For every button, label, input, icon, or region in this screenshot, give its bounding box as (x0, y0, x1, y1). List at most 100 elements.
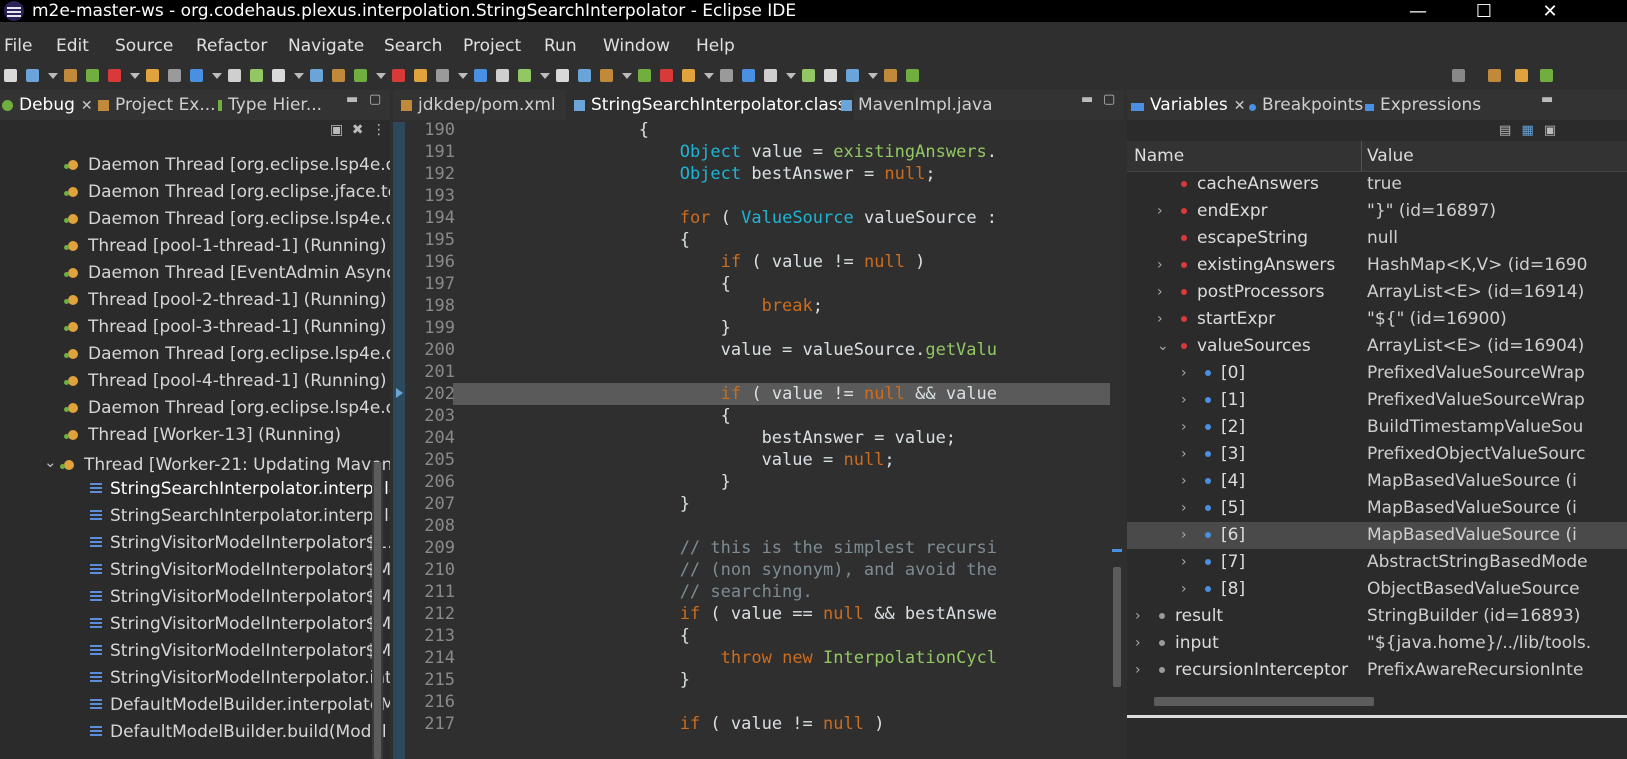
thread-item[interactable]: Daemon Thread [EventAdmin Async (64, 260, 390, 287)
open-perspective-icon[interactable] (906, 69, 919, 82)
column-divider[interactable] (1361, 141, 1362, 171)
chevron-down-icon[interactable]: ⌄ (1157, 333, 1169, 360)
remove-terminated-icon[interactable]: ✖ (352, 122, 364, 138)
disconnect-icon[interactable] (228, 69, 241, 82)
dropdown-arrow-icon[interactable] (868, 73, 878, 79)
tab-type-hierarchy[interactable]: Type Hier... (218, 90, 322, 120)
dropdown-arrow-icon[interactable] (540, 73, 550, 79)
column-value[interactable]: Value (1367, 146, 1414, 166)
new-icon[interactable] (4, 69, 17, 82)
variable-row[interactable]: › [8] ObjectBasedValueSource (1127, 576, 1627, 603)
variable-row[interactable]: › [7] AbstractStringBasedMode (1127, 549, 1627, 576)
chevron-right-icon[interactable]: › (1157, 198, 1163, 225)
code-line[interactable]: 202 if ( value != null && value (405, 383, 1113, 405)
editor-scroll-thumb[interactable] (1113, 567, 1121, 687)
dropdown-arrow-icon[interactable] (294, 73, 304, 79)
thread-item[interactable]: Thread [pool-3-thread-1] (Running) (64, 314, 387, 341)
stack-frame-item[interactable]: StringVisitorModelInterpolator$M (90, 611, 390, 638)
tab-stringsearchinterpolator-class[interactable]: StringSearchInterpolator.class (566, 90, 855, 122)
skip-breakpoints-icon[interactable] (108, 69, 121, 82)
show-logical-structure-icon[interactable]: ▦ (1521, 123, 1533, 138)
chevron-right-icon[interactable]: › (1181, 441, 1187, 468)
open-perspective-button[interactable] (1488, 69, 1501, 82)
tab-project-explorer[interactable]: Project Ex... (98, 90, 216, 120)
variable-row[interactable]: › [4] MapBasedValueSource (i (1127, 468, 1627, 495)
chevron-right-icon[interactable]: › (1157, 306, 1163, 333)
stack-frame-item[interactable]: StringSearchInterpolator.interpola (90, 476, 390, 503)
dropdown-arrow-icon[interactable] (48, 73, 58, 79)
step-over-icon[interactable] (272, 69, 285, 82)
minimize-view-icon[interactable]: ▬ (346, 92, 358, 107)
variable-row[interactable]: › [2] BuildTimestampValueSou (1127, 414, 1627, 441)
step-into-icon[interactable] (250, 69, 263, 82)
variables-hscroll-thumb[interactable] (1154, 697, 1374, 706)
stack-frame-item[interactable]: StringVisitorModelInterpolator$M (90, 557, 390, 584)
code-line[interactable]: 211 // searching. (405, 581, 1110, 603)
variable-row[interactable]: › startExpr "${" (id=16900) (1127, 306, 1627, 333)
stack-frame-item[interactable]: DefaultModelBuilder.interpolateM (90, 692, 390, 719)
variables-hscrollbar[interactable] (1127, 694, 1627, 708)
forward-icon[interactable] (884, 69, 897, 82)
stack-frame-item[interactable]: DefaultModelBuilder.build(Model (90, 719, 387, 746)
new-package-icon[interactable] (518, 69, 531, 82)
code-line[interactable]: 196 if ( value != null ) (405, 251, 1110, 273)
chevron-right-icon[interactable]: › (1135, 630, 1141, 657)
variable-row[interactable]: ⌄ valueSources ArrayList<E> (id=16904) (1127, 333, 1627, 360)
code-line[interactable]: 197 { (405, 273, 1110, 295)
stack-frame-item[interactable]: StringVisitorModelInterpolator$M (90, 638, 390, 665)
close-tab-icon[interactable]: ✕ (1234, 98, 1246, 114)
suspend-icon[interactable] (168, 69, 181, 82)
maximize-editor-icon[interactable]: ▢ (1103, 92, 1115, 107)
view-menu-icon[interactable]: ⋮ (372, 122, 386, 138)
thread-item[interactable]: Daemon Thread [org.eclipse.lsp4e.ou (64, 341, 390, 368)
code-line[interactable]: 206 } (405, 471, 1110, 493)
chevron-right-icon[interactable]: › (1135, 657, 1141, 684)
menu-navigate[interactable]: Navigate (288, 36, 364, 56)
menu-run[interactable]: Run (544, 36, 577, 56)
maximize-button[interactable]: ☐ (1461, 0, 1507, 22)
block-selection-icon[interactable] (720, 69, 733, 82)
variable-row[interactable]: cacheAnswers true (1127, 171, 1627, 198)
thread-item[interactable]: Daemon Thread [org.eclipse.lsp4e.op (64, 206, 390, 233)
thread-item[interactable]: Daemon Thread [org.eclipse.jface.tex (64, 179, 390, 206)
editor-scrollbar[interactable] (1110, 122, 1124, 759)
chevron-right-icon[interactable]: › (1181, 414, 1187, 441)
chevron-right-icon[interactable]: › (1157, 279, 1163, 306)
code-line[interactable]: 201 (405, 361, 1110, 383)
code-line[interactable]: 214 throw new InterpolationCycl (405, 647, 1110, 669)
search-icon[interactable] (600, 69, 613, 82)
stack-frame-item[interactable]: StringVisitorModelInterpolator$M (90, 584, 390, 611)
tab-debug[interactable]: Debug ✕ (2, 90, 93, 120)
dropdown-arrow-icon[interactable] (458, 73, 468, 79)
chevron-right-icon[interactable]: › (1181, 387, 1187, 414)
run-icon[interactable] (414, 69, 427, 82)
chevron-right-icon[interactable]: › (1181, 576, 1187, 603)
code-line[interactable]: 199 } (405, 317, 1110, 339)
code-line[interactable]: 208 (405, 515, 1110, 537)
overview-ruler-marker[interactable] (1112, 549, 1122, 552)
prev-annotation-icon[interactable] (802, 69, 815, 82)
dropdown-arrow-icon[interactable] (212, 73, 222, 79)
code-line[interactable]: 217 if ( value != null ) (405, 713, 1110, 735)
variable-row[interactable]: › [6] MapBasedValueSource (i (1127, 522, 1627, 549)
menu-edit[interactable]: Edit (56, 36, 89, 56)
variable-row[interactable]: › result StringBuilder (id=16893) (1127, 603, 1627, 630)
debug-scrollbar[interactable] (372, 462, 383, 759)
variable-row[interactable]: › [0] PrefixedValueSourceWrap (1127, 360, 1627, 387)
menu-window[interactable]: Window (603, 36, 670, 56)
debug-perspective-icon[interactable] (1540, 69, 1553, 82)
stack-frame-item[interactable]: StringVisitorModelInterpolator$1. (90, 530, 390, 557)
debug-scroll-thumb[interactable] (374, 462, 381, 759)
variable-row[interactable]: › endExpr "}" (id=16897) (1127, 198, 1627, 225)
coverage-icon[interactable] (436, 69, 449, 82)
code-line[interactable]: 193 (405, 185, 1110, 207)
chevron-right-icon[interactable]: › (1181, 522, 1187, 549)
external-tools-icon[interactable] (474, 69, 487, 82)
java-perspective-icon[interactable] (1515, 69, 1528, 82)
close-button[interactable]: ✕ (1527, 0, 1573, 22)
collapse-all-icon[interactable]: ▣ (330, 122, 343, 138)
last-edit-icon[interactable] (824, 69, 837, 82)
thread-item[interactable]: Thread [pool-4-thread-1] (Running) (64, 368, 387, 395)
chevron-down-icon[interactable]: ⌄ (44, 449, 64, 476)
menu-help[interactable]: Help (696, 36, 735, 56)
